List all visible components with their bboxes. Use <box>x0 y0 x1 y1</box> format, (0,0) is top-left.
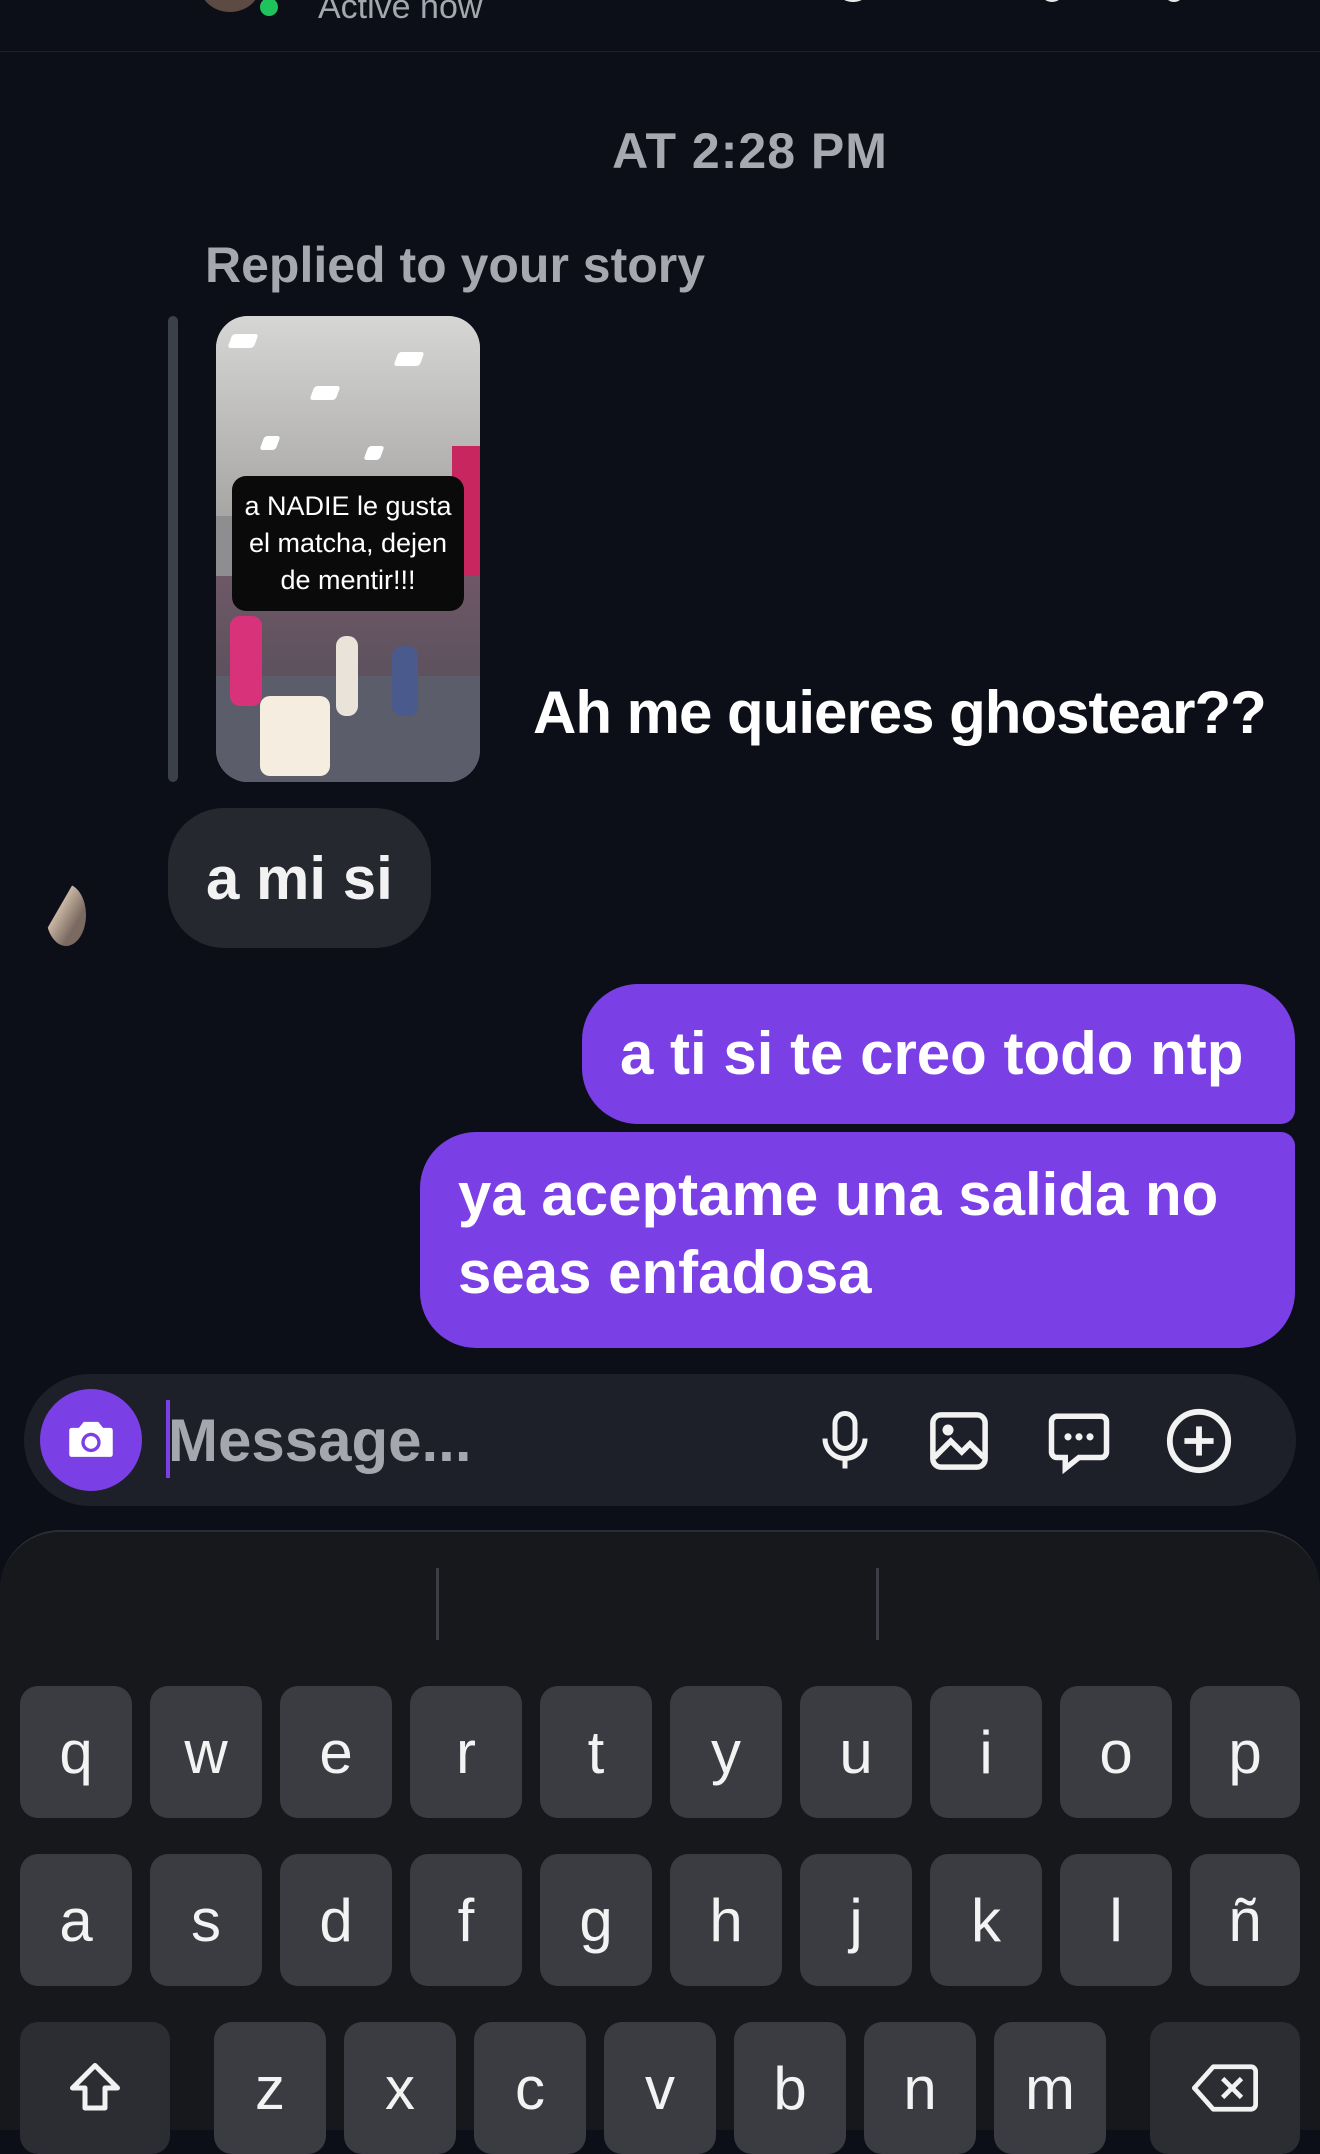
suggestion-divider <box>436 1568 439 1640</box>
gallery-button[interactable] <box>924 1406 994 1476</box>
key-f[interactable]: f <box>410 1854 522 1986</box>
key-i[interactable]: i <box>930 1686 1042 1818</box>
story-reply-label: Replied to your story <box>205 237 706 293</box>
story-thumbnail[interactable]: a NADIE le gusta el matcha, dejen de men… <box>216 316 480 782</box>
contact-status: Active now <box>318 0 483 26</box>
key-g[interactable]: g <box>540 1854 652 1986</box>
gallery-icon <box>930 1412 988 1470</box>
incoming-message[interactable]: a mi si <box>168 808 431 948</box>
plus-circle-icon <box>1166 1408 1232 1474</box>
microphone-icon <box>822 1411 868 1469</box>
key-j[interactable]: j <box>800 1854 912 1986</box>
key-y[interactable]: y <box>670 1686 782 1818</box>
sticker-button[interactable] <box>1044 1406 1114 1476</box>
story-caption: a NADIE le gusta el matcha, dejen de men… <box>232 476 464 611</box>
key-e[interactable]: e <box>280 1686 392 1818</box>
key-n[interactable]: n <box>864 2022 976 2154</box>
key-b[interactable]: b <box>734 2022 846 2154</box>
sticker-chat-icon <box>1048 1413 1110 1474</box>
sender-avatar[interactable] <box>46 884 86 946</box>
key-q[interactable]: q <box>20 1686 132 1818</box>
shift-key[interactable] <box>20 2022 170 2154</box>
outgoing-message[interactable]: a ti si te creo todo ntp <box>582 984 1295 1124</box>
backspace-icon <box>1192 2064 1258 2112</box>
key-r[interactable]: r <box>410 1686 522 1818</box>
key-o[interactable]: o <box>1060 1686 1172 1818</box>
key-t[interactable]: t <box>540 1686 652 1818</box>
key-p[interactable]: p <box>1190 1686 1300 1818</box>
chat-header <box>0 0 1320 52</box>
key-c[interactable]: c <box>474 2022 586 2154</box>
key-x[interactable]: x <box>344 2022 456 2154</box>
key-a[interactable]: a <box>20 1854 132 1986</box>
key-l[interactable]: l <box>1060 1854 1172 1986</box>
key-u[interactable]: u <box>800 1686 912 1818</box>
voice-message-button[interactable] <box>810 1406 880 1476</box>
backspace-key[interactable] <box>1150 2022 1300 2154</box>
key-s[interactable]: s <box>150 1854 262 1986</box>
key-d[interactable]: d <box>280 1854 392 1986</box>
camera-button[interactable] <box>40 1389 142 1491</box>
shift-icon <box>70 2063 120 2111</box>
key-k[interactable]: k <box>930 1854 1042 1986</box>
camera-icon <box>69 1421 113 1457</box>
reply-quote-bar <box>168 316 178 782</box>
key-m[interactable]: m <box>994 2022 1106 2154</box>
key-w[interactable]: w <box>150 1686 262 1818</box>
message-input[interactable] <box>168 1398 768 1482</box>
more-options-button[interactable] <box>1164 1406 1234 1476</box>
suggestion-divider <box>876 1568 879 1640</box>
key-n-tilde[interactable]: ñ <box>1190 1854 1300 1986</box>
key-z[interactable]: z <box>214 2022 326 2154</box>
outgoing-message[interactable]: ya aceptame una salida no seas enfadosa <box>420 1132 1295 1348</box>
story-reply-message[interactable]: Ah me quieres ghostear?? <box>533 678 1267 747</box>
key-h[interactable]: h <box>670 1854 782 1986</box>
key-v[interactable]: v <box>604 2022 716 2154</box>
thread-timestamp: AT 2:28 PM <box>612 123 888 179</box>
